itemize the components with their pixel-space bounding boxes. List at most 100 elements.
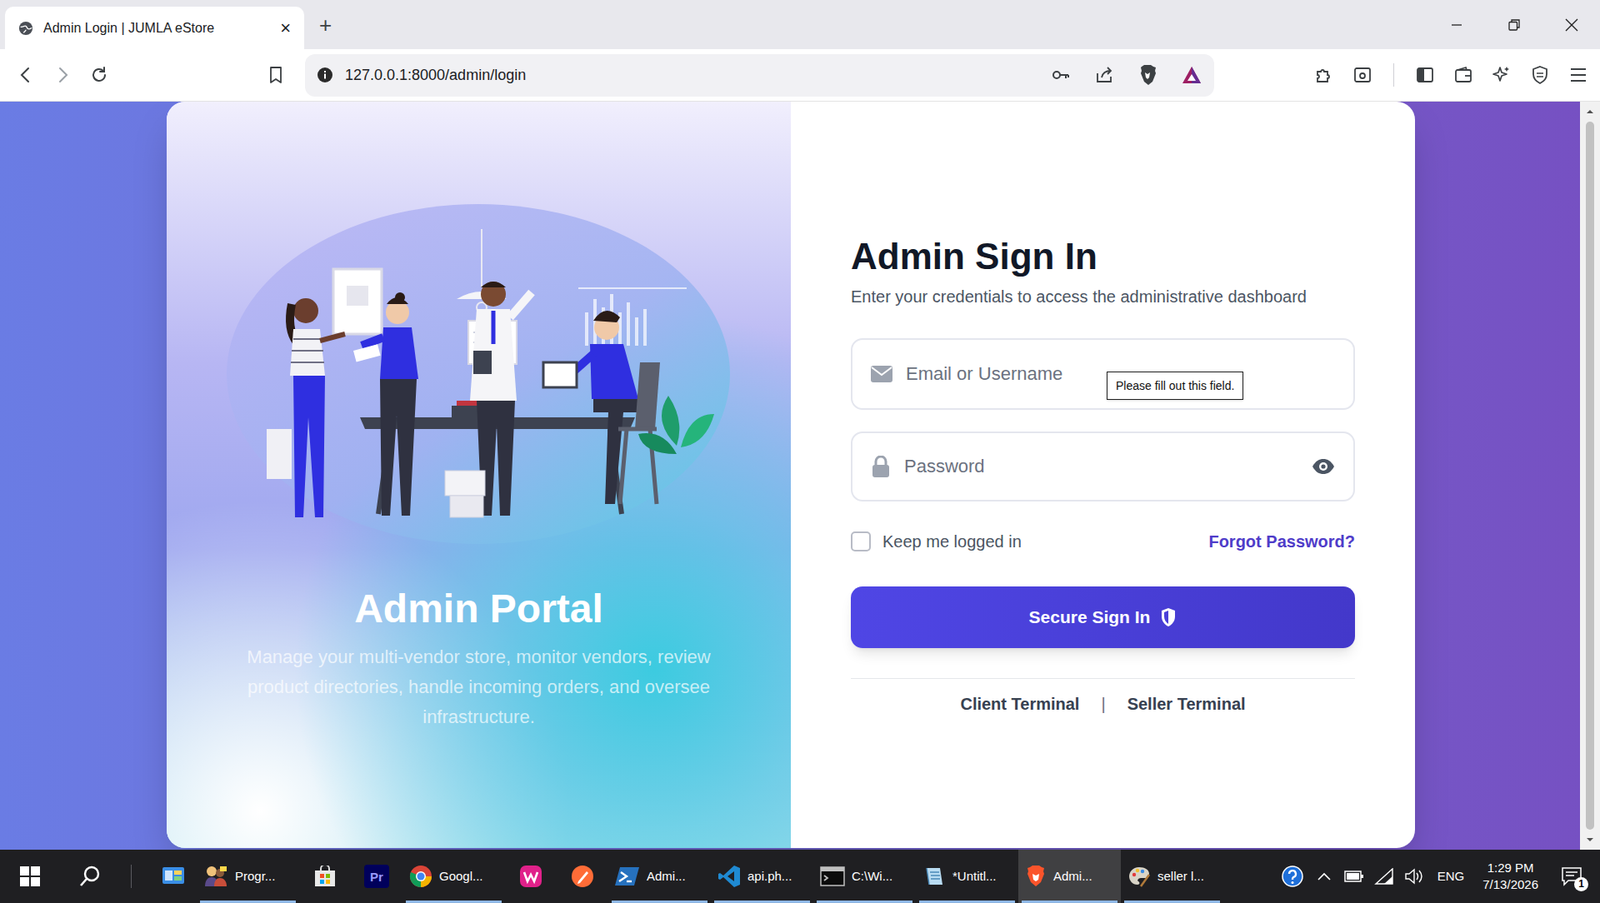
seller-terminal-link[interactable]: Seller Terminal <box>1127 692 1246 716</box>
sidebar-button[interactable] <box>1410 60 1440 90</box>
scroll-down-icon[interactable] <box>1585 835 1595 845</box>
taskbar-app[interactable]: C:\Wi... <box>813 850 916 903</box>
help-icon <box>1280 865 1305 889</box>
tab-close-button[interactable]: × <box>276 19 295 38</box>
chevron-up-icon <box>1317 872 1331 881</box>
taskbar-app[interactable] <box>150 850 197 903</box>
login-title: Admin Sign In <box>850 235 1355 279</box>
menu-button[interactable] <box>1564 60 1593 90</box>
login-subtitle: Enter your credentials to access the adm… <box>850 285 1355 309</box>
running-indicator <box>302 900 348 903</box>
powershell-icon <box>615 865 640 888</box>
help-button[interactable] <box>1275 865 1310 889</box>
taskbar-app[interactable]: seller l... <box>1120 850 1224 903</box>
eye-icon[interactable] <box>1311 458 1335 475</box>
address-bar[interactable]: 127.0.0.1:8000/admin/login <box>305 54 1215 97</box>
browser-tab[interactable]: Admin Login | JUMLA eStore × <box>5 6 305 50</box>
taskbar-app[interactable] <box>505 850 557 903</box>
toolbar: 127.0.0.1:8000/admin/login <box>0 49 1600 102</box>
client-terminal-link[interactable]: Client Terminal <box>960 692 1080 716</box>
tab-strip: Admin Login | JUMLA eStore × + <box>0 0 1600 50</box>
taskbar-app[interactable]: Admi... <box>1018 850 1121 903</box>
remember-checkbox[interactable] <box>850 531 871 552</box>
premiere-icon-text: Pr <box>370 870 384 884</box>
running-indicator <box>200 900 296 903</box>
restore-icon <box>1508 19 1520 31</box>
close-icon <box>1565 18 1579 32</box>
show-hidden-icons-button[interactable] <box>1309 872 1340 881</box>
battery-button[interactable] <box>1339 870 1370 884</box>
taskbar-label: api.ph... <box>747 867 792 887</box>
taskbar: Progr... Pr Googl... Admi... api.ph... <box>0 850 1600 903</box>
bookmark-icon <box>267 65 285 85</box>
language-indicator[interactable]: ENG <box>1437 867 1465 887</box>
puzzle-icon <box>1314 65 1335 85</box>
login-panel: Admin Sign In Enter your credentials to … <box>790 101 1415 849</box>
control-panel-icon <box>161 865 185 888</box>
windows-logo-icon <box>20 866 40 887</box>
scrollbar-thumb[interactable] <box>1585 121 1595 830</box>
new-tab-button[interactable]: + <box>319 14 332 36</box>
running-indicator <box>919 900 1015 903</box>
screenshot-button[interactable] <box>1348 60 1377 90</box>
taskbar-app[interactable]: *Untitl... <box>915 850 1019 903</box>
taskbar-app[interactable]: Admi... <box>608 850 711 903</box>
bookmark-button[interactable] <box>260 60 291 90</box>
taskbar-separator <box>130 865 132 889</box>
divider <box>1393 63 1395 87</box>
scrollbar[interactable] <box>1580 101 1600 850</box>
leo-button[interactable] <box>1487 60 1516 90</box>
rewards-triangle-icon[interactable] <box>1180 65 1203 85</box>
password-input[interactable] <box>904 452 1299 480</box>
network-button[interactable] <box>1369 868 1400 885</box>
reload-button[interactable] <box>84 60 115 90</box>
forward-button[interactable] <box>47 60 78 90</box>
taskbar-label: Admi... <box>1053 867 1093 887</box>
address-text: 127.0.0.1:8000/admin/login <box>345 64 1040 87</box>
key-icon <box>1050 65 1071 85</box>
people-app-icon <box>203 865 229 889</box>
scroll-up-icon[interactable] <box>1585 106 1595 117</box>
restore-button[interactable] <box>1485 0 1543 50</box>
volume-button[interactable] <box>1399 868 1430 885</box>
vpn-button[interactable] <box>1525 60 1555 90</box>
running-indicator <box>611 900 708 903</box>
window-controls <box>1427 0 1600 50</box>
envelope-icon <box>870 365 893 383</box>
chrome-icon <box>409 865 433 889</box>
taskbar-app[interactable]: Pr <box>350 850 403 903</box>
taskbar-app[interactable] <box>299 850 351 903</box>
paint-icon <box>1127 865 1151 889</box>
remember-label[interactable]: Keep me logged in <box>882 529 1022 555</box>
action-center-button[interactable]: 1 <box>1555 860 1589 894</box>
start-button[interactable] <box>0 850 60 903</box>
taskbar-app[interactable]: api.ph... <box>710 850 814 903</box>
clock-time: 1:29 PM <box>1487 860 1535 877</box>
back-button[interactable] <box>10 60 41 90</box>
wallet-button[interactable] <box>1449 60 1478 90</box>
password-field <box>850 431 1355 502</box>
taskbar-app[interactable] <box>556 850 609 903</box>
info-icon <box>316 66 334 84</box>
team-illustration <box>226 204 731 545</box>
running-indicator <box>153 900 194 903</box>
running-indicator <box>714 900 810 903</box>
taskbar-app[interactable]: Progr... <box>196 850 300 903</box>
brave-shields-icon[interactable] <box>1137 64 1158 86</box>
store-icon <box>314 865 336 888</box>
taskbar-app[interactable]: Googl... <box>402 850 505 903</box>
close-window-button[interactable] <box>1542 0 1600 50</box>
search-button[interactable] <box>60 850 120 903</box>
running-indicator <box>508 900 554 903</box>
reload-icon <box>89 65 110 85</box>
portal-title: Admin Portal <box>354 585 604 633</box>
terminal-links: Client Terminal | Seller Terminal <box>850 692 1355 716</box>
forgot-password-link[interactable]: Forgot Password? <box>1208 529 1355 555</box>
extensions-button[interactable] <box>1310 60 1339 90</box>
clock[interactable]: 1:29 PM 7/13/2026 <box>1482 860 1539 894</box>
running-indicator <box>1124 900 1220 903</box>
screenshot-icon <box>1352 65 1373 85</box>
forward-arrow-icon <box>53 65 72 85</box>
sign-in-button[interactable]: Secure Sign In <box>850 586 1355 649</box>
minimize-button[interactable] <box>1427 0 1485 50</box>
